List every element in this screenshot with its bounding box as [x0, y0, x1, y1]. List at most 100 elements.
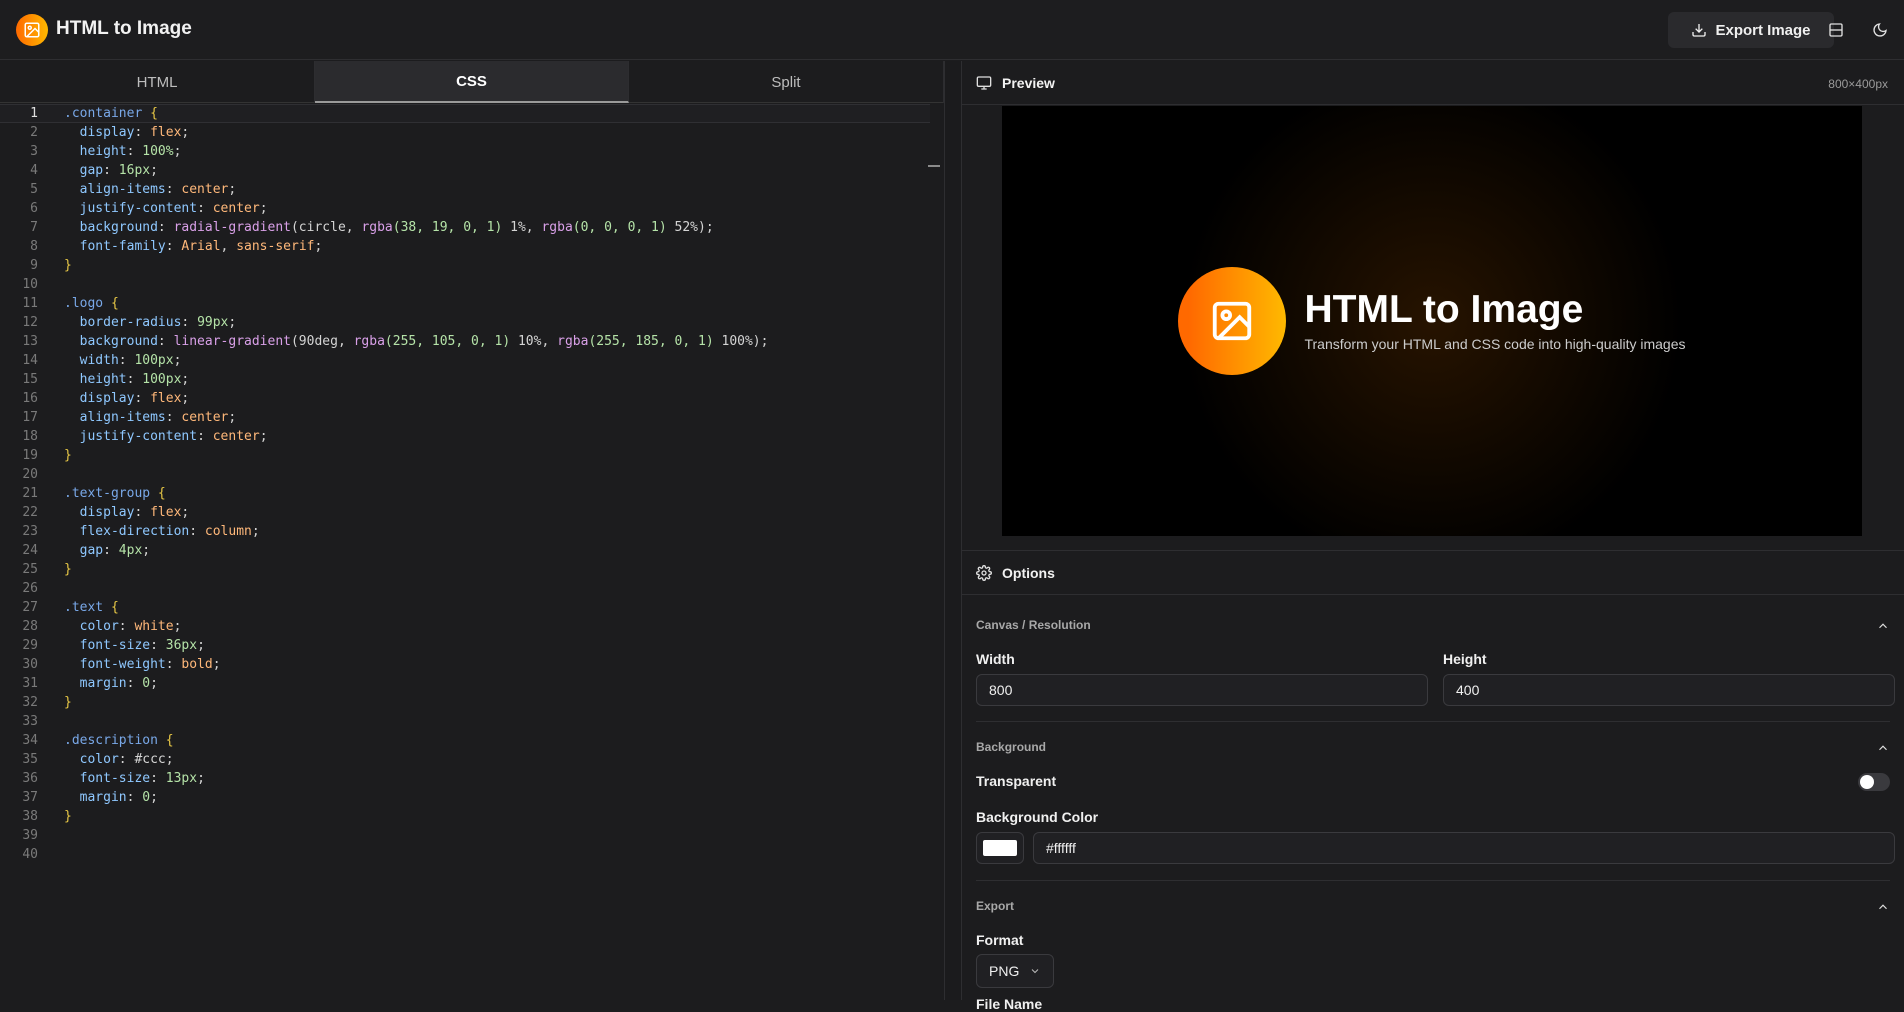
chevron-up-icon[interactable]: [1876, 900, 1890, 914]
code-line[interactable]: 21 .text-group {: [0, 484, 930, 503]
color-picker-button[interactable]: [976, 832, 1024, 864]
code-line[interactable]: 28 color: white;: [0, 617, 930, 636]
divider: [976, 880, 1890, 881]
code-line[interactable]: 23 flex-direction: column;: [0, 522, 930, 541]
background-color-input[interactable]: #ffffff: [1033, 832, 1895, 864]
line-number: 28: [22, 619, 38, 634]
code-line[interactable]: 14 width: 100px;: [0, 351, 930, 370]
code-line[interactable]: 24 gap: 4px;: [0, 541, 930, 560]
layout-icon: [1829, 23, 1843, 37]
code-line[interactable]: 20: [0, 465, 930, 484]
code-line[interactable]: 9}: [0, 256, 930, 275]
line-number: 10: [22, 277, 38, 292]
code-text: margin: 0;: [64, 790, 158, 805]
app-logo: [16, 14, 48, 46]
line-number: 30: [22, 657, 38, 672]
code-line[interactable]: 31 margin: 0;: [0, 674, 930, 693]
export-image-button[interactable]: Export Image: [1668, 12, 1834, 48]
chevron-down-icon: [1031, 969, 1039, 974]
width-input[interactable]: 800: [976, 674, 1428, 706]
height-input[interactable]: 400: [1443, 674, 1895, 706]
code-line[interactable]: 3 height: 100%;: [0, 142, 930, 161]
code-line[interactable]: 26: [0, 579, 930, 598]
line-number: 13: [22, 334, 38, 349]
line-number: 4: [30, 163, 38, 178]
tab-split[interactable]: Split: [629, 61, 944, 103]
code-line[interactable]: 4 gap: 16px;: [0, 161, 930, 180]
code-line[interactable]: 32}: [0, 693, 930, 712]
line-number: 40: [22, 847, 38, 862]
code-line[interactable]: 34 .description {: [0, 731, 930, 750]
chevron-up-icon[interactable]: [1876, 741, 1890, 755]
chevron-up-icon[interactable]: [1876, 619, 1890, 633]
code-line[interactable]: 11 .logo {: [0, 294, 930, 313]
code-line[interactable]: 38}: [0, 807, 930, 826]
line-number: 33: [22, 714, 38, 729]
image-icon: [24, 22, 40, 38]
code-line[interactable]: 30 font-weight: bold;: [0, 655, 930, 674]
code-line[interactable]: 6 justify-content: center;: [0, 199, 930, 218]
format-value: PNG: [989, 963, 1020, 979]
options-header: Options: [962, 551, 1904, 595]
code-line[interactable]: 8 font-family: Arial, sans-serif;: [0, 237, 930, 256]
download-icon: [1692, 24, 1707, 37]
top-bar: HTML to Image Export Image: [0, 0, 1904, 60]
line-number: 18: [22, 429, 38, 444]
code-line[interactable]: 36 font-size: 13px;: [0, 769, 930, 788]
code-text: font-size: 13px;: [64, 771, 205, 786]
line-number: 21: [22, 486, 38, 501]
code-line[interactable]: 37 margin: 0;: [0, 788, 930, 807]
code-line[interactable]: 7 background: radial-gradient(circle, rg…: [0, 218, 930, 237]
code-text: gap: 4px;: [64, 543, 151, 558]
line-number: 23: [22, 524, 38, 539]
code-line[interactable]: 2 display: flex;: [0, 123, 930, 142]
code-text: gap: 16px;: [64, 163, 158, 178]
tab-html[interactable]: HTML: [0, 61, 315, 103]
code-line[interactable]: 22 display: flex;: [0, 503, 930, 522]
code-line[interactable]: 25}: [0, 560, 930, 579]
export-section-title: Export: [976, 899, 1015, 913]
code-line[interactable]: 27 .text {: [0, 598, 930, 617]
preview-panel: Preview 800×400px HTML to Image Transfor…: [962, 61, 1904, 1012]
layout-toggle-button[interactable]: [1818, 12, 1854, 48]
preview-header: Preview 800×400px: [962, 61, 1904, 105]
code-line[interactable]: 12 border-radius: 99px;: [0, 313, 930, 332]
code-text: align-items: center;: [64, 410, 237, 425]
code-line[interactable]: 1 .container {: [0, 104, 930, 123]
code-line[interactable]: 10: [0, 275, 930, 294]
code-line[interactable]: 15 height: 100px;: [0, 370, 930, 389]
code-line[interactable]: 35 color: #ccc;: [0, 750, 930, 769]
panel-splitter[interactable]: [944, 61, 962, 1000]
code-line[interactable]: 39: [0, 826, 930, 845]
line-number: 8: [30, 239, 38, 254]
code-line[interactable]: 19}: [0, 446, 930, 465]
line-number: 25: [22, 562, 38, 577]
code-line[interactable]: 40: [0, 845, 930, 864]
line-number: 26: [22, 581, 38, 596]
code-line[interactable]: 18 justify-content: center;: [0, 427, 930, 446]
line-number: 20: [22, 467, 38, 482]
line-number: 27: [22, 600, 38, 615]
code-text: }: [64, 258, 72, 273]
code-area[interactable]: 1 .container {2 display: flex; 3 height: 1…: [0, 104, 930, 1000]
code-line[interactable]: 17 align-items: center;: [0, 408, 930, 427]
transparent-toggle[interactable]: [1858, 773, 1890, 791]
code-line[interactable]: 5 align-items: center;: [0, 180, 930, 199]
preview-description: Transform your HTML and CSS code into hi…: [1304, 336, 1686, 353]
code-line[interactable]: 29 font-size: 36px;: [0, 636, 930, 655]
code-text: display: flex;: [64, 125, 190, 140]
format-select[interactable]: PNG: [976, 954, 1054, 988]
divider: [976, 721, 1890, 722]
code-line[interactable]: 13 background: linear-gradient(90deg, rg…: [0, 332, 930, 351]
tab-css[interactable]: CSS: [315, 61, 629, 103]
code-text: margin: 0;: [64, 676, 158, 691]
code-line[interactable]: 33: [0, 712, 930, 731]
preview-title: Preview: [1002, 75, 1055, 91]
code-text: }: [64, 448, 72, 463]
code-text: }: [64, 695, 72, 710]
format-label: Format: [976, 932, 1024, 948]
line-number: 32: [22, 695, 38, 710]
line-number: 24: [22, 543, 38, 558]
theme-toggle-button[interactable]: [1862, 12, 1898, 48]
code-line[interactable]: 16 display: flex;: [0, 389, 930, 408]
